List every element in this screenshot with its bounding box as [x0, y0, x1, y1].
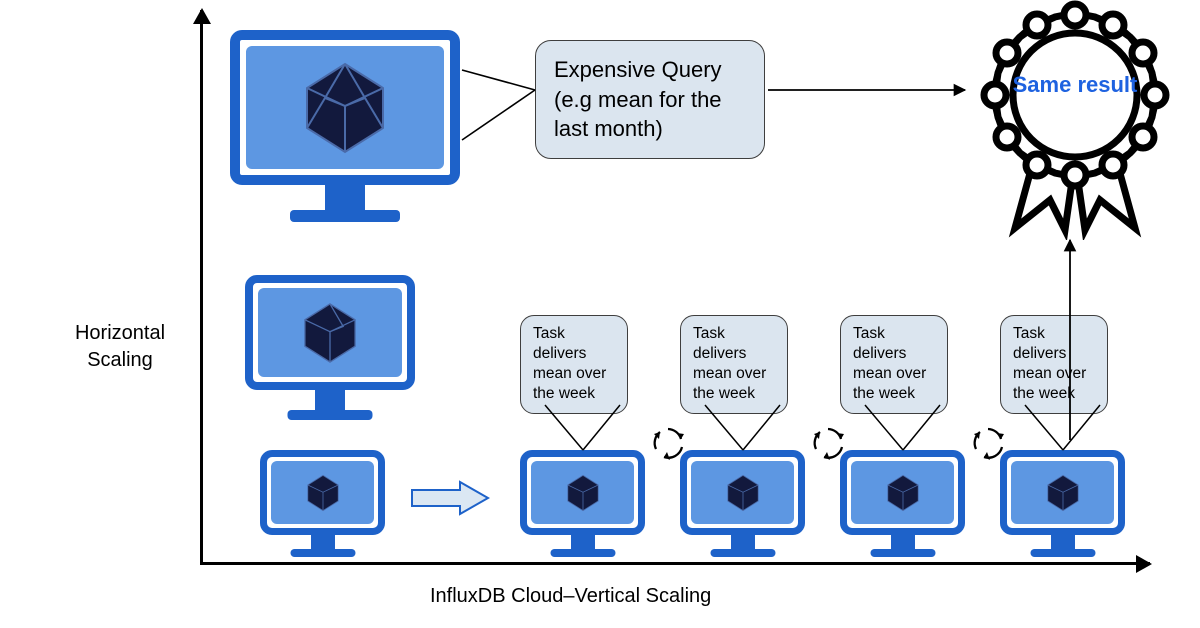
- callout-task-1: Task delivers mean over the week: [520, 315, 628, 414]
- ribbon-badge: Same result: [980, 0, 1170, 240]
- callout-task-3: Task delivers mean over the week: [840, 315, 948, 414]
- influx-polyhedron-icon: [881, 473, 925, 513]
- y-axis-label: Horizontal Scaling: [60, 320, 180, 374]
- influx-polyhedron-icon: [290, 58, 400, 158]
- computer-small-origin: [260, 450, 385, 535]
- computer-small-3: [840, 450, 965, 535]
- computer-small-1: [520, 450, 645, 535]
- computer-large: [230, 30, 460, 185]
- cycle-icon: [650, 425, 686, 461]
- diagram-canvas: Horizontal Scaling InfluxDB Cloud–Vertic…: [0, 0, 1200, 628]
- influx-polyhedron-icon: [561, 473, 605, 513]
- cycle-icon: [970, 425, 1006, 461]
- influx-polyhedron-icon: [1041, 473, 1085, 513]
- influx-polyhedron-icon: [301, 473, 345, 513]
- computer-small-2: [680, 450, 805, 535]
- ribbon-text: Same result: [980, 72, 1170, 98]
- callout-expensive-query: Expensive Query (e.g mean for the last m…: [535, 40, 765, 159]
- computer-small-4: [1000, 450, 1125, 535]
- callout-task-4: Task delivers mean over the week: [1000, 315, 1108, 414]
- callout-task-2: Task delivers mean over the week: [680, 315, 788, 414]
- y-axis: [200, 10, 203, 565]
- block-arrow-icon: [410, 480, 490, 521]
- influx-polyhedron-icon: [721, 473, 765, 513]
- x-axis-label: InfluxDB Cloud–Vertical Scaling: [430, 585, 711, 608]
- computer-medium: [245, 275, 415, 390]
- cycle-icon: [810, 425, 846, 461]
- influx-polyhedron-icon: [294, 300, 366, 366]
- x-axis: [200, 562, 1150, 565]
- ribbon-icon: [980, 0, 1170, 240]
